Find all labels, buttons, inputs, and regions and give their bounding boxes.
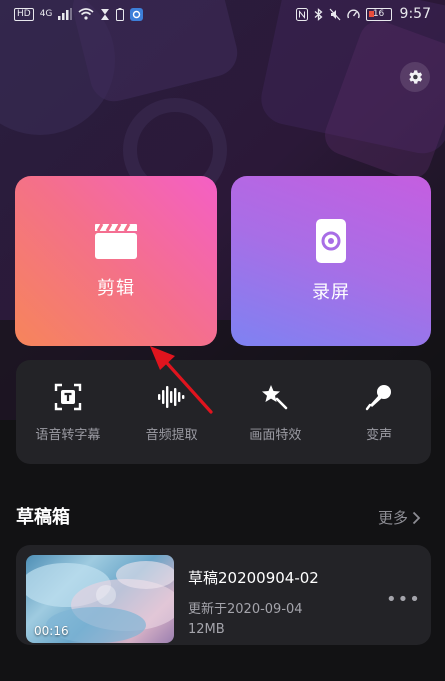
tool-audio-extract-label: 音频提取 bbox=[145, 427, 198, 443]
battery-saver-icon bbox=[116, 7, 125, 21]
screen-record-card[interactable]: 录屏 bbox=[231, 176, 431, 346]
edit-card[interactable]: 剪辑 bbox=[15, 176, 217, 346]
waveform-icon bbox=[157, 382, 187, 412]
battery-icon: 16 bbox=[365, 7, 392, 21]
speech-to-text-icon bbox=[53, 382, 83, 412]
speedometer-icon bbox=[346, 9, 360, 19]
app-notification-icon bbox=[130, 7, 144, 21]
edit-card-label: 剪辑 bbox=[97, 278, 135, 299]
draft-duration: 00:16 bbox=[34, 624, 69, 638]
hd-indicator: HD bbox=[14, 7, 34, 21]
magic-wand-icon bbox=[260, 382, 290, 412]
draft-item[interactable]: 00:16 草稿20200904-02 更新于2020-09-04 12MB •… bbox=[16, 545, 431, 645]
draft-updated-date: 更新于2020-09-04 bbox=[188, 602, 303, 617]
drafts-more-link[interactable]: 更多 bbox=[378, 507, 421, 528]
tool-visual-effects[interactable]: 画面特效 bbox=[224, 360, 328, 464]
hourglass-icon bbox=[101, 8, 110, 20]
bluetooth-icon bbox=[314, 7, 323, 21]
clock: 9:57 bbox=[399, 6, 431, 22]
more-dots-icon[interactable]: ••• bbox=[386, 589, 421, 610]
battery-level: 16 bbox=[372, 9, 385, 19]
screen-record-card-label: 录屏 bbox=[312, 282, 350, 303]
drafts-more-label: 更多 bbox=[378, 509, 409, 527]
chevron-right-icon bbox=[412, 511, 421, 524]
clapperboard-icon bbox=[95, 223, 137, 259]
nfc-icon bbox=[295, 7, 308, 21]
network-type: 4G bbox=[39, 9, 53, 19]
signal-icon bbox=[58, 8, 73, 20]
microphone-icon bbox=[364, 382, 394, 412]
settings-button[interactable] bbox=[400, 62, 430, 92]
mute-icon bbox=[329, 8, 340, 20]
draft-name: 草稿20200904-02 bbox=[188, 569, 319, 587]
tool-speech-to-text-label: 语音转字幕 bbox=[35, 427, 101, 443]
wifi-icon bbox=[78, 8, 94, 20]
gear-icon bbox=[409, 70, 423, 84]
tool-voice-changer-label: 变声 bbox=[366, 427, 393, 443]
draft-thumbnail: 00:16 bbox=[26, 555, 174, 643]
drafts-title: 草稿箱 bbox=[16, 507, 70, 528]
tool-voice-changer[interactable]: 变声 bbox=[327, 360, 431, 464]
tool-audio-extract[interactable]: 音频提取 bbox=[120, 360, 224, 464]
tools-panel: 语音转字幕 音频提取 画面特效 变声 bbox=[16, 360, 431, 464]
draft-file-size: 12MB bbox=[188, 622, 225, 637]
status-bar: HD 4G 16 9:57 bbox=[0, 0, 445, 28]
phone-record-icon bbox=[316, 219, 346, 263]
tool-speech-to-text[interactable]: 语音转字幕 bbox=[16, 360, 120, 464]
tool-visual-effects-label: 画面特效 bbox=[249, 427, 302, 443]
